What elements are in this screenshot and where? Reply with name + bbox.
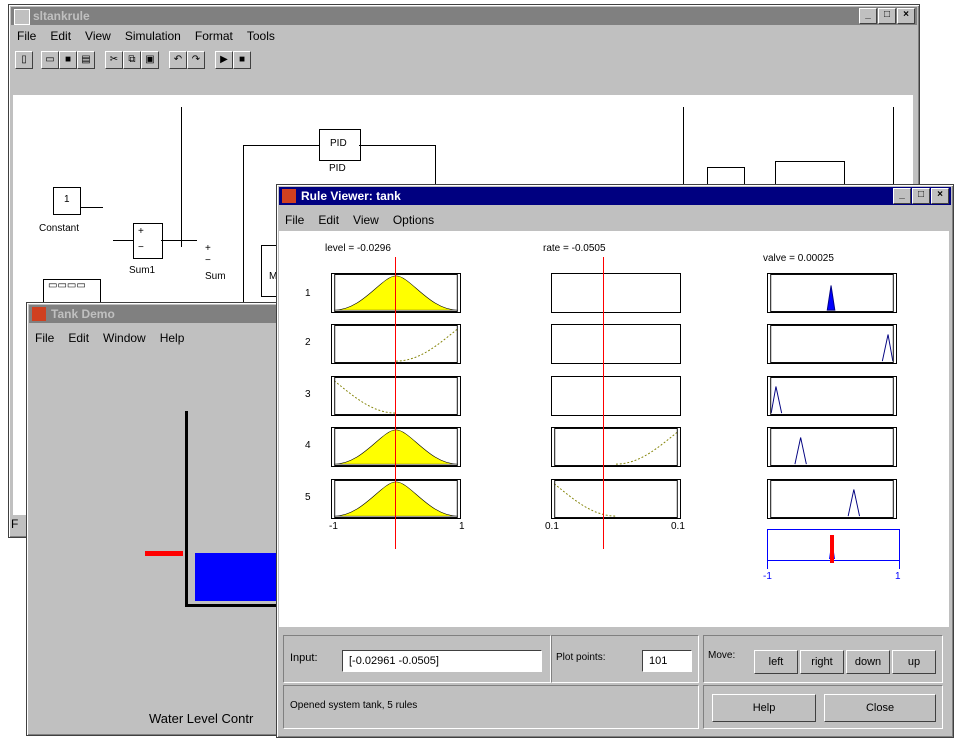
menu-simulation[interactable]: Simulation (125, 27, 181, 45)
tank-wall-left (185, 411, 188, 607)
rate-index-line[interactable] (603, 257, 604, 549)
ruleviewer-window: Rule Viewer: tank _ □ × File Edit View O… (276, 184, 954, 738)
close-icon[interactable]: × (897, 8, 915, 24)
help-button[interactable]: Help (712, 694, 816, 722)
move-label: Move: (708, 650, 736, 661)
sum1-label: Sum1 (129, 265, 156, 276)
valve-aggregate (767, 529, 901, 572)
level-axis-min: -1 (329, 521, 338, 532)
input-label: Input: (290, 652, 318, 664)
new-icon[interactable]: ▯ (15, 51, 33, 69)
simulink-menubar: File Edit View Simulation Format Tools (13, 27, 915, 45)
rule-number: 2 (305, 337, 311, 348)
rv-menu-options[interactable]: Options (393, 211, 434, 229)
cut-icon[interactable]: ✂ (105, 51, 123, 69)
rv-menu-view[interactable]: View (353, 211, 379, 229)
paste-icon[interactable]: ▣ (141, 51, 159, 69)
tankdemo-titlebar: Tank Demo (29, 305, 287, 323)
plot-points-field[interactable] (642, 650, 692, 672)
menu-edit[interactable]: Edit (50, 27, 71, 45)
undo-icon[interactable]: ↶ (169, 51, 187, 69)
simulink-title: sltankrule (33, 9, 90, 23)
valve-header: valve = 0.00025 (763, 253, 834, 264)
setpoint-marker (145, 551, 183, 556)
input-field[interactable] (342, 650, 542, 672)
plot-points-label: Plot points: (556, 652, 606, 663)
rule-plot-area: level = -0.0296 rate = -0.0505 valve = 0… (279, 231, 949, 627)
level-axis-max: 1 (459, 521, 465, 532)
matlab-icon (282, 189, 296, 203)
menu-file[interactable]: File (17, 27, 36, 45)
rate-axis-max: 0.1 (671, 521, 685, 532)
menu-tools[interactable]: Tools (247, 27, 275, 45)
start-icon[interactable]: ▶ (215, 51, 233, 69)
constant-block[interactable]: 1 (53, 187, 81, 215)
maximize-icon[interactable]: □ (912, 188, 930, 204)
level-header: level = -0.0296 (325, 243, 391, 254)
move-left-button[interactable]: left (754, 650, 798, 674)
tank-menu-edit[interactable]: Edit (68, 329, 89, 347)
pid-caption: PID (329, 163, 346, 174)
constant-value: 1 (64, 194, 70, 205)
level-index-line[interactable] (395, 257, 396, 549)
valve-axis-min: -1 (763, 571, 772, 582)
close-icon[interactable]: × (931, 188, 949, 204)
move-panel: Move: left right down up (703, 635, 943, 683)
stop-icon[interactable]: ■ (233, 51, 251, 69)
rule-number: 1 (305, 288, 311, 299)
tank-menu-window[interactable]: Window (103, 329, 146, 347)
save-icon[interactable]: ■ (59, 51, 77, 69)
rate-header: rate = -0.0505 (543, 243, 606, 254)
ruleviewer-menubar: File Edit View Options (281, 211, 949, 229)
rule-number: 5 (305, 492, 311, 503)
simulink-app-icon (14, 9, 30, 25)
move-down-button[interactable]: down (846, 650, 890, 674)
tank-menu-file[interactable]: File (35, 329, 54, 347)
simulink-toolbar: ▯ ▭ ■ ▤ ✂ ⧉ ▣ ↶ ↷ ▶ ■ (15, 51, 375, 71)
tankdemo-menubar: File Edit Window Help (31, 329, 285, 347)
minimize-icon[interactable]: _ (893, 188, 911, 204)
tankdemo-window: Tank Demo File Edit Window Help Water Le… (26, 302, 290, 736)
simulink-titlebar: sltankrule _ □ × (11, 7, 917, 25)
tankdemo-footer: Water Level Contr (149, 711, 254, 726)
rv-menu-file[interactable]: File (285, 211, 304, 229)
maximize-icon[interactable]: □ (878, 8, 896, 24)
rv-menu-edit[interactable]: Edit (318, 211, 339, 229)
open-icon[interactable]: ▭ (41, 51, 59, 69)
plot-points-panel: Plot points: (551, 635, 699, 683)
pid-label: PID (330, 138, 347, 149)
rule-number: 3 (305, 389, 311, 400)
tankdemo-title: Tank Demo (51, 307, 115, 321)
simulink-status: F (11, 517, 19, 531)
rate-axis-min: 0.1 (545, 521, 559, 532)
tank-menu-help[interactable]: Help (160, 329, 185, 347)
menu-view[interactable]: View (85, 27, 111, 45)
status-panel: Opened system tank, 5 rules (283, 685, 699, 729)
move-right-button[interactable]: right (800, 650, 844, 674)
ruleviewer-title: Rule Viewer: tank (301, 189, 401, 203)
input-panel: Input: (283, 635, 551, 683)
rule-number: 4 (305, 440, 311, 451)
ruleviewer-titlebar: Rule Viewer: tank _ □ × (279, 187, 951, 205)
menu-format[interactable]: Format (195, 27, 233, 45)
tank-floor (185, 604, 289, 607)
move-up-button[interactable]: up (892, 650, 936, 674)
print-icon[interactable]: ▤ (77, 51, 95, 69)
pid-block[interactable]: PID (319, 129, 361, 161)
tank-water (195, 553, 289, 601)
constant-label: Constant (39, 223, 80, 234)
matlab-icon (32, 307, 46, 321)
minimize-icon[interactable]: _ (859, 8, 877, 24)
redo-icon[interactable]: ↷ (187, 51, 205, 69)
help-close-panel: Help Close (703, 685, 943, 729)
copy-icon[interactable]: ⧉ (123, 51, 141, 69)
close-button[interactable]: Close (824, 694, 936, 722)
valve-axis-max: 1 (895, 571, 901, 582)
sum1-block[interactable]: + − (133, 223, 163, 259)
status-text: Opened system tank, 5 rules (290, 700, 418, 711)
sum-label: Sum (205, 271, 226, 282)
